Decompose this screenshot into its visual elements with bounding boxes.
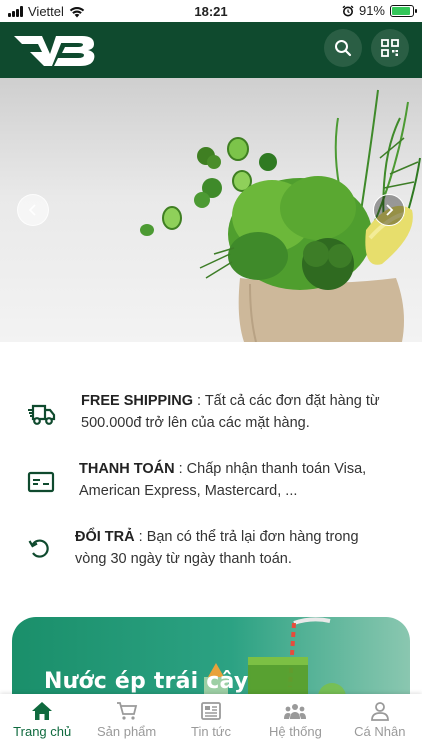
alarm-icon bbox=[342, 5, 354, 16]
banner-next-button[interactable] bbox=[373, 194, 405, 226]
tab-news[interactable]: Tin tức bbox=[169, 694, 253, 750]
feature-title: ĐỔI TRẢ bbox=[75, 529, 135, 545]
tab-products[interactable]: Sản phẩm bbox=[84, 694, 168, 750]
app-header bbox=[0, 22, 422, 78]
credit-card-icon bbox=[24, 465, 58, 499]
qr-scan-button[interactable] bbox=[371, 29, 409, 67]
search-icon bbox=[335, 40, 352, 57]
tab-label: Trang chủ bbox=[13, 724, 72, 739]
delivery-truck-icon bbox=[25, 398, 59, 432]
banner-prev-button[interactable] bbox=[17, 194, 49, 226]
feature-text: FREE SHIPPING : Tất cả các đơn đặt hàng … bbox=[81, 390, 391, 434]
promo-title: Nước ép trái cây bbox=[44, 669, 249, 694]
battery-percent: 91% bbox=[358, 3, 385, 18]
chevron-right-icon bbox=[386, 204, 394, 216]
cart-icon bbox=[116, 702, 137, 720]
status-bar: Viettel 18:21 91% bbox=[0, 0, 422, 22]
return-icon bbox=[22, 531, 56, 565]
tab-label: Tin tức bbox=[191, 724, 232, 739]
hero-banner[interactable] bbox=[0, 78, 422, 342]
people-icon bbox=[284, 704, 307, 719]
status-right: 91% bbox=[342, 3, 417, 18]
feature-title: FREE SHIPPING bbox=[81, 393, 193, 409]
news-icon bbox=[201, 702, 221, 720]
chevron-left-icon bbox=[28, 204, 36, 216]
qr-icon bbox=[381, 39, 399, 57]
user-icon bbox=[370, 702, 389, 721]
feature-text: THANH TOÁN : Chấp nhận thanh toán Visa, … bbox=[79, 458, 389, 502]
bottom-tab-bar: Trang chủ Sản phẩm Tin tức Hệ thống Cá N… bbox=[0, 694, 422, 750]
tab-system[interactable]: Hệ thống bbox=[253, 694, 337, 750]
search-button[interactable] bbox=[324, 29, 362, 67]
home-icon bbox=[32, 702, 53, 720]
tab-label: Sản phẩm bbox=[96, 724, 157, 739]
battery-icon bbox=[390, 4, 417, 17]
feature-title: THANH TOÁN bbox=[79, 461, 175, 477]
feature-text: ĐỔI TRẢ : Bạn có thể trả lại đơn hàng tr… bbox=[75, 526, 385, 570]
tab-label: Cá Nhân bbox=[354, 724, 406, 739]
vegetable-bag-image bbox=[140, 89, 421, 342]
tab-label: Hệ thống bbox=[269, 724, 322, 739]
tab-profile[interactable]: Cá Nhân bbox=[338, 694, 422, 750]
vb-logo[interactable] bbox=[12, 30, 96, 70]
tab-home[interactable]: Trang chủ bbox=[0, 694, 84, 750]
